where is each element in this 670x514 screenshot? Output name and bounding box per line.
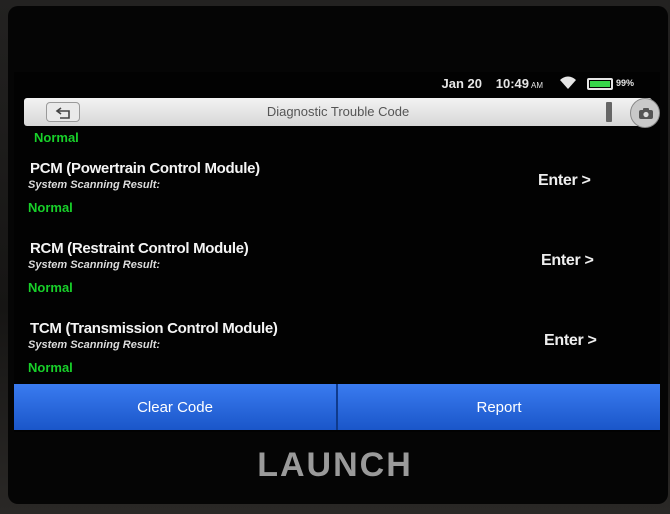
module-item-pcm[interactable]: PCM (Powertrain Control Module) System S… — [14, 160, 660, 240]
module-title: TCM (Transmission Control Module) — [30, 320, 278, 337]
module-result-partial: Normal — [34, 130, 79, 145]
module-result: Normal — [28, 280, 73, 295]
wifi-icon — [559, 76, 577, 90]
status-time: 10:49 AM — [496, 76, 543, 91]
screenshot-button[interactable] — [630, 98, 660, 128]
tablet-screen: Jan 20 10:49 AM 99% Diagnostic Trouble Co… — [14, 72, 660, 432]
status-time-value: 10:49 — [495, 76, 529, 91]
menu-handle-icon[interactable] — [606, 102, 612, 122]
battery-percent: 99% — [615, 78, 634, 88]
enter-button-rcm[interactable]: Enter > — [541, 252, 594, 270]
module-item-rcm[interactable]: RCM (Restraint Control Module) System Sc… — [14, 240, 660, 320]
module-result: Normal — [28, 200, 73, 215]
clear-code-button[interactable]: Clear Code — [14, 384, 336, 430]
bottom-action-bar: Clear Code Report — [14, 384, 660, 430]
module-list: Normal PCM (Powertrain Control Module) S… — [14, 126, 660, 384]
status-time-suffix: AM — [531, 81, 543, 90]
page-title: Diagnostic Trouble Code — [266, 104, 410, 119]
module-result: Normal — [28, 360, 73, 375]
report-button[interactable]: Report — [338, 384, 660, 430]
battery-fill — [590, 81, 610, 87]
enter-button-pcm[interactable]: Enter > — [538, 172, 591, 190]
battery-icon — [587, 78, 613, 90]
title-bar: Diagnostic Trouble Code — [24, 98, 660, 128]
status-date: Jan 20 — [441, 76, 482, 91]
module-subtitle: System Scanning Result: — [28, 179, 161, 191]
module-subtitle: System Scanning Result: — [28, 339, 161, 351]
module-title: PCM (Powertrain Control Module) — [30, 160, 260, 177]
status-bar: Jan 20 10:49 AM 99% — [14, 72, 660, 96]
module-subtitle: System Scanning Result: — [28, 259, 161, 271]
enter-button-tcm[interactable]: Enter > — [544, 332, 597, 350]
module-title: RCM (Restraint Control Module) — [30, 240, 249, 257]
brand-logo: LAUNCH — [257, 446, 413, 484]
camera-icon — [639, 108, 653, 119]
